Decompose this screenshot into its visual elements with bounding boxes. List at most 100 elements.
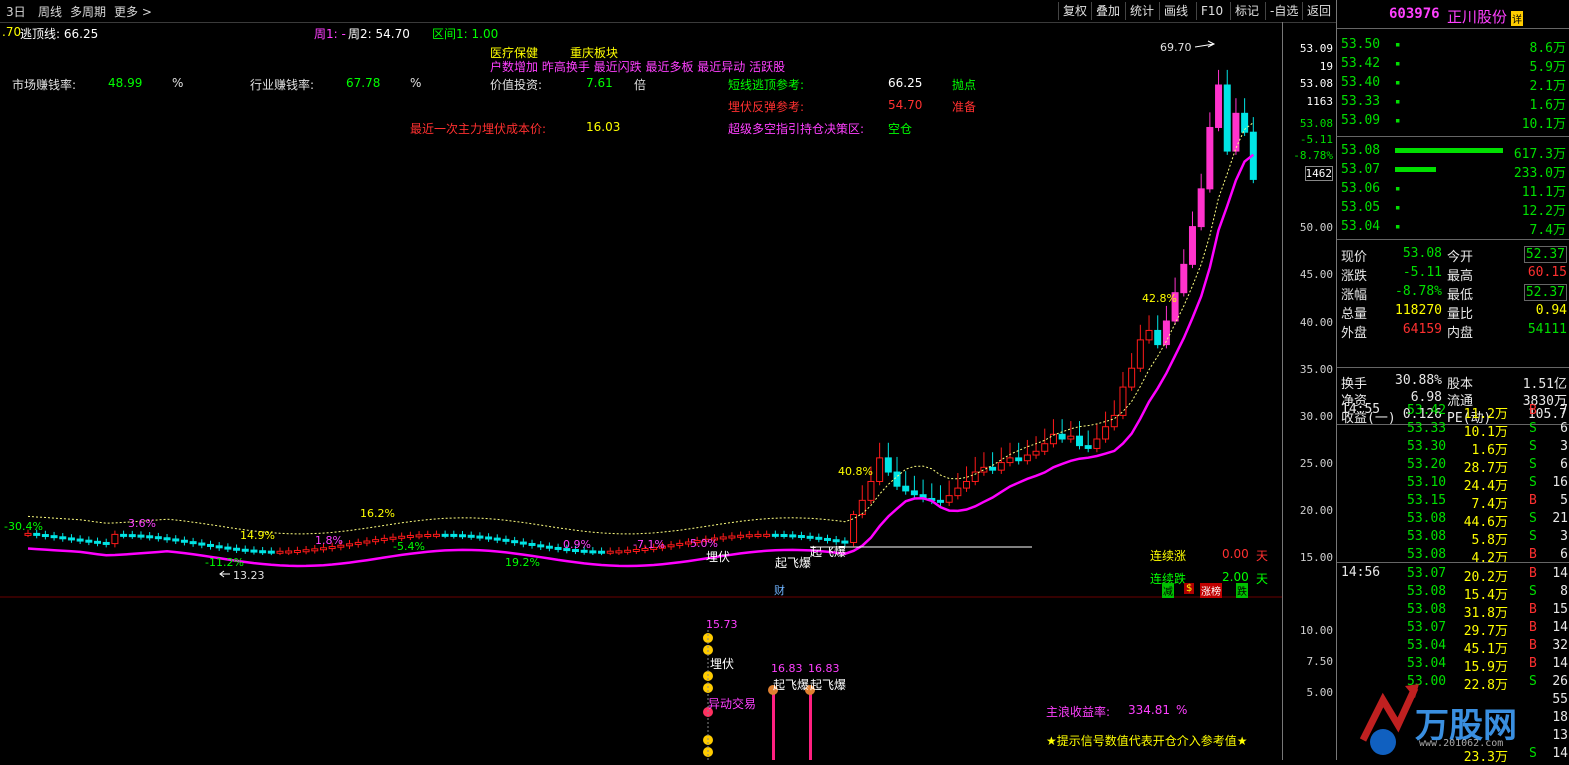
sub-signal-abnormal-trade: 异动交易 [708, 697, 757, 711]
candle-body [963, 480, 971, 489]
candle-body [1110, 414, 1118, 428]
tick-row[interactable]: 53.08 15.4万 S 8 [1337, 583, 1569, 603]
bid-price: 53.08 [1341, 143, 1381, 158]
bid-volume: 11.1万 [1521, 185, 1566, 200]
tick-row[interactable]: 53.10 24.4万 S 16 [1337, 474, 1569, 494]
candle-body [754, 533, 762, 537]
candle-body [624, 549, 632, 553]
tick-row[interactable]: 53.08 5.8万 S 3 [1337, 528, 1569, 548]
tick-row[interactable]: 53.07 29.7万 B 14 [1337, 619, 1569, 639]
tick-row[interactable]: 53.15 7.4万 B 5 [1337, 492, 1569, 512]
bid-row[interactable]: 53.04 ▪ 7.4万 [1337, 218, 1569, 238]
bid-volume: 617.3万 [1513, 147, 1566, 162]
tick-row[interactable]: 53.42 11.2万 B 7 [1337, 402, 1569, 422]
candle-body [206, 543, 214, 547]
ask-row[interactable]: 53.09 ▪ 10.1万 [1337, 112, 1569, 132]
candle-body [763, 533, 771, 537]
candle-body [902, 485, 910, 492]
tick-row[interactable]: 53.30 1.6万 S 3 [1337, 438, 1569, 458]
info-label: 涨跌 [1341, 269, 1368, 284]
candle-body [1076, 435, 1084, 447]
candle-body [1136, 339, 1144, 369]
tick-row[interactable]: 53.04 45.1万 B 32 [1337, 637, 1569, 657]
tick-price: 53.08 [1407, 584, 1447, 599]
ask-marker: ▪ [1395, 59, 1401, 69]
ask-row[interactable]: 53.33 ▪ 1.6万 [1337, 93, 1569, 113]
tick-price: 53.30 [1407, 439, 1447, 454]
divider [1337, 239, 1569, 240]
bid-row[interactable]: 53.05 ▪ 12.2万 [1337, 199, 1569, 219]
ask-row[interactable]: 53.50 ▪ 8.6万 [1337, 36, 1569, 56]
axis-flag: 53.08 [1299, 77, 1333, 90]
candle-body [1006, 457, 1014, 464]
stock-code: 603976 [1389, 6, 1440, 22]
candle-body [858, 499, 866, 516]
tick-row[interactable]: 53.33 10.1万 S 6 [1337, 420, 1569, 440]
axis-flag: 19 [1319, 60, 1333, 73]
candle-body [163, 537, 171, 541]
candle-body [406, 534, 414, 538]
bid-volume: 12.2万 [1521, 204, 1566, 219]
bid-row[interactable]: 53.06 ▪ 11.1万 [1337, 180, 1569, 200]
candle-body [1067, 435, 1075, 440]
tick-row[interactable]: 53.07 20.2万 B 14 [1337, 565, 1569, 585]
kline-chart[interactable] [0, 0, 1282, 760]
ask-volume: 10.1万 [1521, 117, 1566, 132]
candle-body [311, 548, 319, 552]
tick-count: 6 [1560, 457, 1568, 472]
candle-body [1188, 226, 1196, 265]
candle-body [1119, 386, 1127, 416]
tick-row[interactable]: 53.20 28.7万 S 6 [1337, 456, 1569, 476]
tick-price: 53.04 [1407, 638, 1447, 653]
axis-tick: 15.00 [1299, 551, 1333, 564]
candle-body [823, 537, 831, 541]
tick-price: 53.42 [1407, 403, 1447, 418]
ask-row[interactable]: 53.42 ▪ 5.9万 [1337, 55, 1569, 75]
candle-body [476, 535, 484, 539]
ask-volume: 1.6万 [1529, 98, 1566, 113]
signal-bar [809, 690, 812, 760]
tick-row[interactable]: 53.08 44.6万 S 21 [1337, 510, 1569, 530]
tick-count: 13 [1552, 728, 1568, 743]
candle-body [1015, 457, 1023, 462]
candle-body [1223, 84, 1231, 152]
axis-flag: -8.78% [1293, 149, 1333, 162]
detail-badge[interactable]: 详 [1511, 11, 1523, 26]
tick-row[interactable]: 53.04 15.9万 B 14 [1337, 655, 1569, 675]
candle-body [250, 549, 258, 553]
guide-line [27, 122, 1254, 535]
tick-direction: S [1529, 511, 1537, 526]
candle-body [1093, 438, 1101, 449]
tick-row[interactable]: 53.08 31.8万 B 15 [1337, 601, 1569, 621]
axis-flag: 1462 [1304, 166, 1333, 181]
tick-direction: B [1529, 656, 1537, 671]
candle-body [189, 541, 197, 545]
bid-row[interactable]: 53.08 617.3万 [1337, 142, 1569, 162]
bid-volume: 233.0万 [1513, 166, 1566, 181]
candle-body [745, 534, 753, 538]
info-value: 54111 [1527, 322, 1567, 337]
back-button[interactable]: 返回 [1302, 2, 1335, 20]
candle-body [41, 534, 49, 538]
axis-tick: 45.00 [1299, 268, 1333, 281]
pct-label: -5.4% [393, 540, 425, 553]
candle-body [537, 544, 545, 548]
axis-flag: 1163 [1306, 95, 1334, 108]
candle-body [980, 466, 988, 473]
axis-tick: 25.00 [1299, 457, 1333, 470]
tick-price: 53.33 [1407, 421, 1447, 436]
candle-body [997, 462, 1005, 471]
tick-direction: S [1529, 421, 1537, 436]
candle-body [780, 534, 788, 538]
signal-wealth: 财 [774, 584, 785, 597]
tick-count: 14 [1552, 566, 1568, 581]
candle-body [936, 499, 944, 503]
tick-direction: B [1529, 547, 1537, 562]
candle-body [267, 550, 275, 554]
candle-body [606, 550, 614, 554]
indicator-lines [0, 40, 1282, 760]
ask-row[interactable]: 53.40 ▪ 2.1万 [1337, 74, 1569, 94]
candle-body [441, 533, 449, 537]
candle-body [33, 532, 41, 536]
bid-row[interactable]: 53.07 233.0万 [1337, 161, 1569, 181]
